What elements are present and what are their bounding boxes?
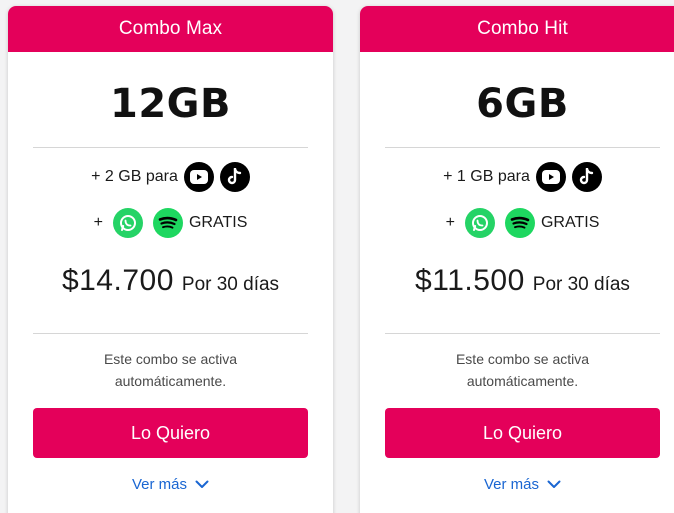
chevron-down-icon [195, 480, 209, 488]
bonus-line: + 1 GB para [360, 162, 674, 192]
price-line: $14.700 Por 30 días [8, 264, 333, 298]
divider [385, 147, 660, 148]
free-apps-line: + GRATIS [360, 208, 674, 238]
tiktok-icon [571, 162, 602, 192]
divider [33, 333, 308, 334]
activation-note-line: Este combo se activa [103, 351, 238, 367]
free-label: GRATIS [540, 214, 600, 231]
tiktok-icon [219, 162, 250, 192]
activation-note-line: automáticamente. [114, 373, 227, 389]
plans-container: Combo Max 12GB + 2 GB para + GRATIS $14.… [0, 0, 674, 513]
plan-price: $14.700 [61, 264, 174, 297]
plan-period: Por 30 días [181, 274, 280, 295]
plan-data-amount: 12GB [110, 81, 231, 127]
activation-note: Este combo se activa automáticamente. [28, 348, 313, 392]
activation-note-line: Este combo se activa [455, 351, 590, 367]
youtube-icon [535, 162, 566, 192]
bonus-label: + 1 GB para [443, 168, 530, 185]
whatsapp-icon [464, 208, 495, 238]
plan-title: Combo Max [8, 6, 333, 52]
lo-quiero-button[interactable]: Lo Quiero [33, 408, 308, 458]
free-apps-line: + GRATIS [8, 208, 333, 238]
bonus-label: + 2 GB para [91, 168, 178, 185]
price-line: $11.500 Por 30 días [360, 264, 674, 298]
plan-price: $11.500 [415, 264, 525, 297]
ver-mas-link[interactable]: Ver más [360, 476, 674, 493]
free-label: GRATIS [188, 214, 248, 231]
ver-mas-link[interactable]: Ver más [8, 476, 333, 493]
plan-period: Por 30 días [532, 274, 630, 295]
bonus-line: + 2 GB para [8, 162, 333, 192]
activation-note-line: automáticamente. [466, 373, 579, 389]
spotify-icon [152, 208, 183, 238]
divider [385, 333, 660, 334]
ver-mas-label: Ver más [483, 476, 540, 493]
divider [33, 147, 308, 148]
plan-card-combo-max: Combo Max 12GB + 2 GB para + GRATIS $14.… [8, 6, 333, 513]
activation-note: Este combo se activa automáticamente. [380, 348, 665, 392]
chevron-down-icon [547, 480, 561, 488]
spotify-icon [504, 208, 535, 238]
plan-card-combo-hit: Combo Hit 6GB + 1 GB para + GRATIS $11.5… [360, 6, 674, 513]
free-prefix: + [93, 214, 103, 231]
lo-quiero-button[interactable]: Lo Quiero [385, 408, 660, 458]
free-prefix: + [445, 214, 455, 231]
whatsapp-icon [112, 208, 143, 238]
youtube-icon [183, 162, 214, 192]
plan-title: Combo Hit [360, 6, 674, 52]
plan-data-amount: 6GB [476, 81, 569, 127]
ver-mas-label: Ver más [131, 476, 188, 493]
